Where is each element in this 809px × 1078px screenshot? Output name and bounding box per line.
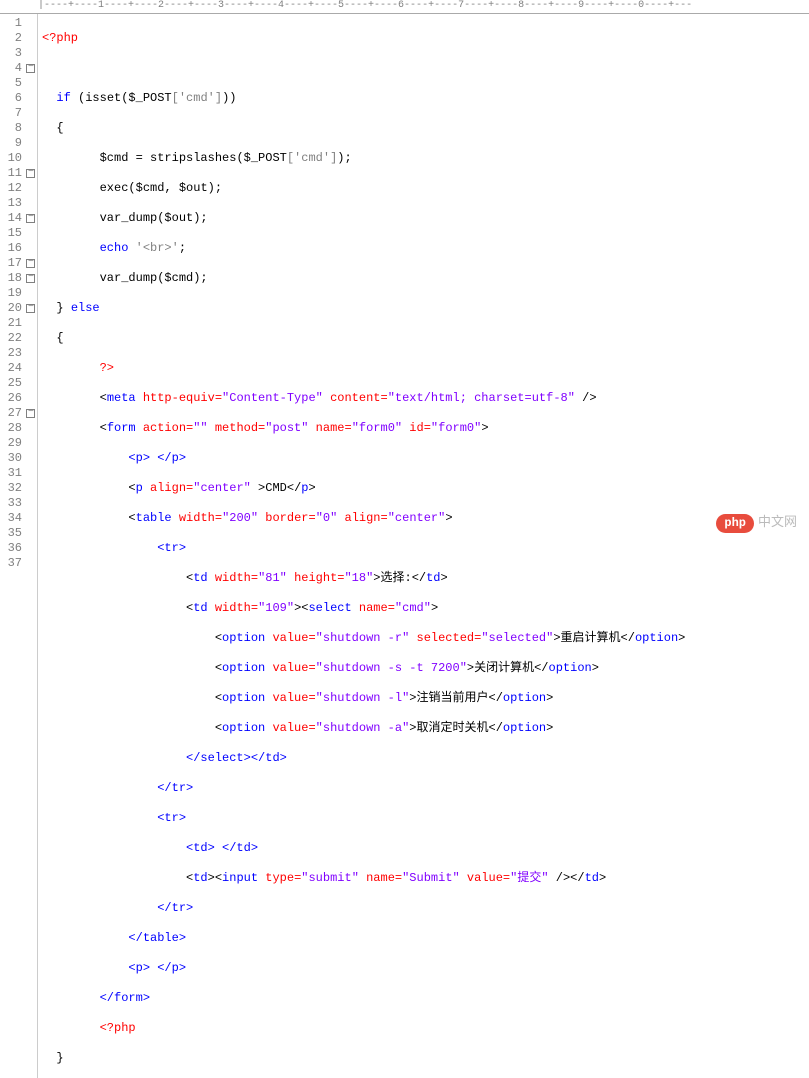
line-number: 3: [2, 46, 22, 61]
line-number: 7: [2, 106, 22, 121]
code-line: {: [42, 121, 685, 136]
watermark: php 中文网: [716, 514, 797, 533]
code-line: <option value="shutdown -l">注销当前用户</opti…: [42, 691, 685, 706]
column-ruler: |----+----1----+----2----+----3----+----…: [0, 0, 809, 14]
code-line: var_dump($cmd);: [42, 271, 685, 286]
line-number: 6: [2, 91, 22, 106]
php-logo-icon: php: [716, 514, 754, 533]
line-number: 25: [2, 376, 22, 391]
line-number: 1: [2, 16, 22, 31]
line-number: 5: [2, 76, 22, 91]
line-number: 36: [2, 541, 22, 556]
line-number: 37: [2, 556, 22, 571]
line-number: 20: [2, 301, 22, 316]
code-line: <td width="81" height="18">选择:</td>: [42, 571, 685, 586]
fold-toggle[interactable]: [24, 301, 37, 316]
line-number: 34: [2, 511, 22, 526]
fold-toggle[interactable]: [24, 406, 37, 421]
code-line: <p align="center" >CMD</p>: [42, 481, 685, 496]
line-number: 29: [2, 436, 22, 451]
code-line: <tr>: [42, 541, 685, 556]
watermark-text: 中文网: [758, 515, 797, 531]
code-line: } else: [42, 301, 685, 316]
code-line: var_dump($out);: [42, 211, 685, 226]
code-line: </form>: [42, 991, 685, 1006]
code-line: </select></td>: [42, 751, 685, 766]
code-line: ?>: [42, 361, 685, 376]
code-line: exec($cmd, $out);: [42, 181, 685, 196]
line-number: 23: [2, 346, 22, 361]
line-number: 30: [2, 451, 22, 466]
code-line: <p> </p>: [42, 451, 685, 466]
fold-toggle[interactable]: [24, 256, 37, 271]
line-number: 15: [2, 226, 22, 241]
line-number: 32: [2, 481, 22, 496]
code-line: </tr>: [42, 901, 685, 916]
line-number: 4: [2, 61, 22, 76]
line-number: 33: [2, 496, 22, 511]
code-line: <meta http-equiv="Content-Type" content=…: [42, 391, 685, 406]
line-number: 26: [2, 391, 22, 406]
line-number: 31: [2, 466, 22, 481]
code-line: <option value="shutdown -a">取消定时关机</opti…: [42, 721, 685, 736]
line-number: 16: [2, 241, 22, 256]
code-line: }: [42, 1051, 685, 1066]
code-line: {: [42, 331, 685, 346]
code-line: <tr>: [42, 811, 685, 826]
code-line: <form action="" method="post" name="form…: [42, 421, 685, 436]
line-number: 12: [2, 181, 22, 196]
code-line: <option value="shutdown -r" selected="se…: [42, 631, 685, 646]
code-line: </tr>: [42, 781, 685, 796]
line-number: 21: [2, 316, 22, 331]
line-number: 10: [2, 151, 22, 166]
line-number: 11: [2, 166, 22, 181]
line-number: 19: [2, 286, 22, 301]
code-line: <?php: [42, 1021, 685, 1036]
fold-toggle[interactable]: [24, 271, 37, 286]
fold-toggle[interactable]: [24, 61, 37, 76]
code-line: <option value="shutdown -s -t 7200">关闭计算…: [42, 661, 685, 676]
line-number: 14: [2, 211, 22, 226]
line-number: 22: [2, 331, 22, 346]
line-number: 28: [2, 421, 22, 436]
code-line: $cmd = stripslashes($_POST['cmd']);: [42, 151, 685, 166]
line-number: 17: [2, 256, 22, 271]
fold-toggle[interactable]: [24, 211, 37, 226]
line-number: 8: [2, 121, 22, 136]
fold-toggle[interactable]: [24, 166, 37, 181]
fold-gutter: [24, 14, 38, 1078]
line-number: 24: [2, 361, 22, 376]
code-line: </table>: [42, 931, 685, 946]
line-number: 18: [2, 271, 22, 286]
code-line: echo '<br>';: [42, 241, 685, 256]
code-line: if (isset($_POST['cmd'])): [42, 91, 685, 106]
code-line: <table width="200" border="0" align="cen…: [42, 511, 685, 526]
line-number: 2: [2, 31, 22, 46]
code-editor: 1 2 3 4 5 6 7 8 9 10 11 12 13 14 15 16 1…: [0, 14, 809, 1078]
code-area[interactable]: <?php if (isset($_POST['cmd'])) { $cmd =…: [38, 14, 689, 1078]
line-numbers: 1 2 3 4 5 6 7 8 9 10 11 12 13 14 15 16 1…: [0, 14, 24, 1078]
code-line: <p> </p>: [42, 961, 685, 976]
line-number: 9: [2, 136, 22, 151]
code-line: <td width="109"><select name="cmd">: [42, 601, 685, 616]
code-line: [42, 61, 685, 76]
code-line: <td> </td>: [42, 841, 685, 856]
code-line: <?php: [42, 31, 685, 46]
line-number: 13: [2, 196, 22, 211]
code-line: <td><input type="submit" name="Submit" v…: [42, 871, 685, 886]
line-number: 27: [2, 406, 22, 421]
